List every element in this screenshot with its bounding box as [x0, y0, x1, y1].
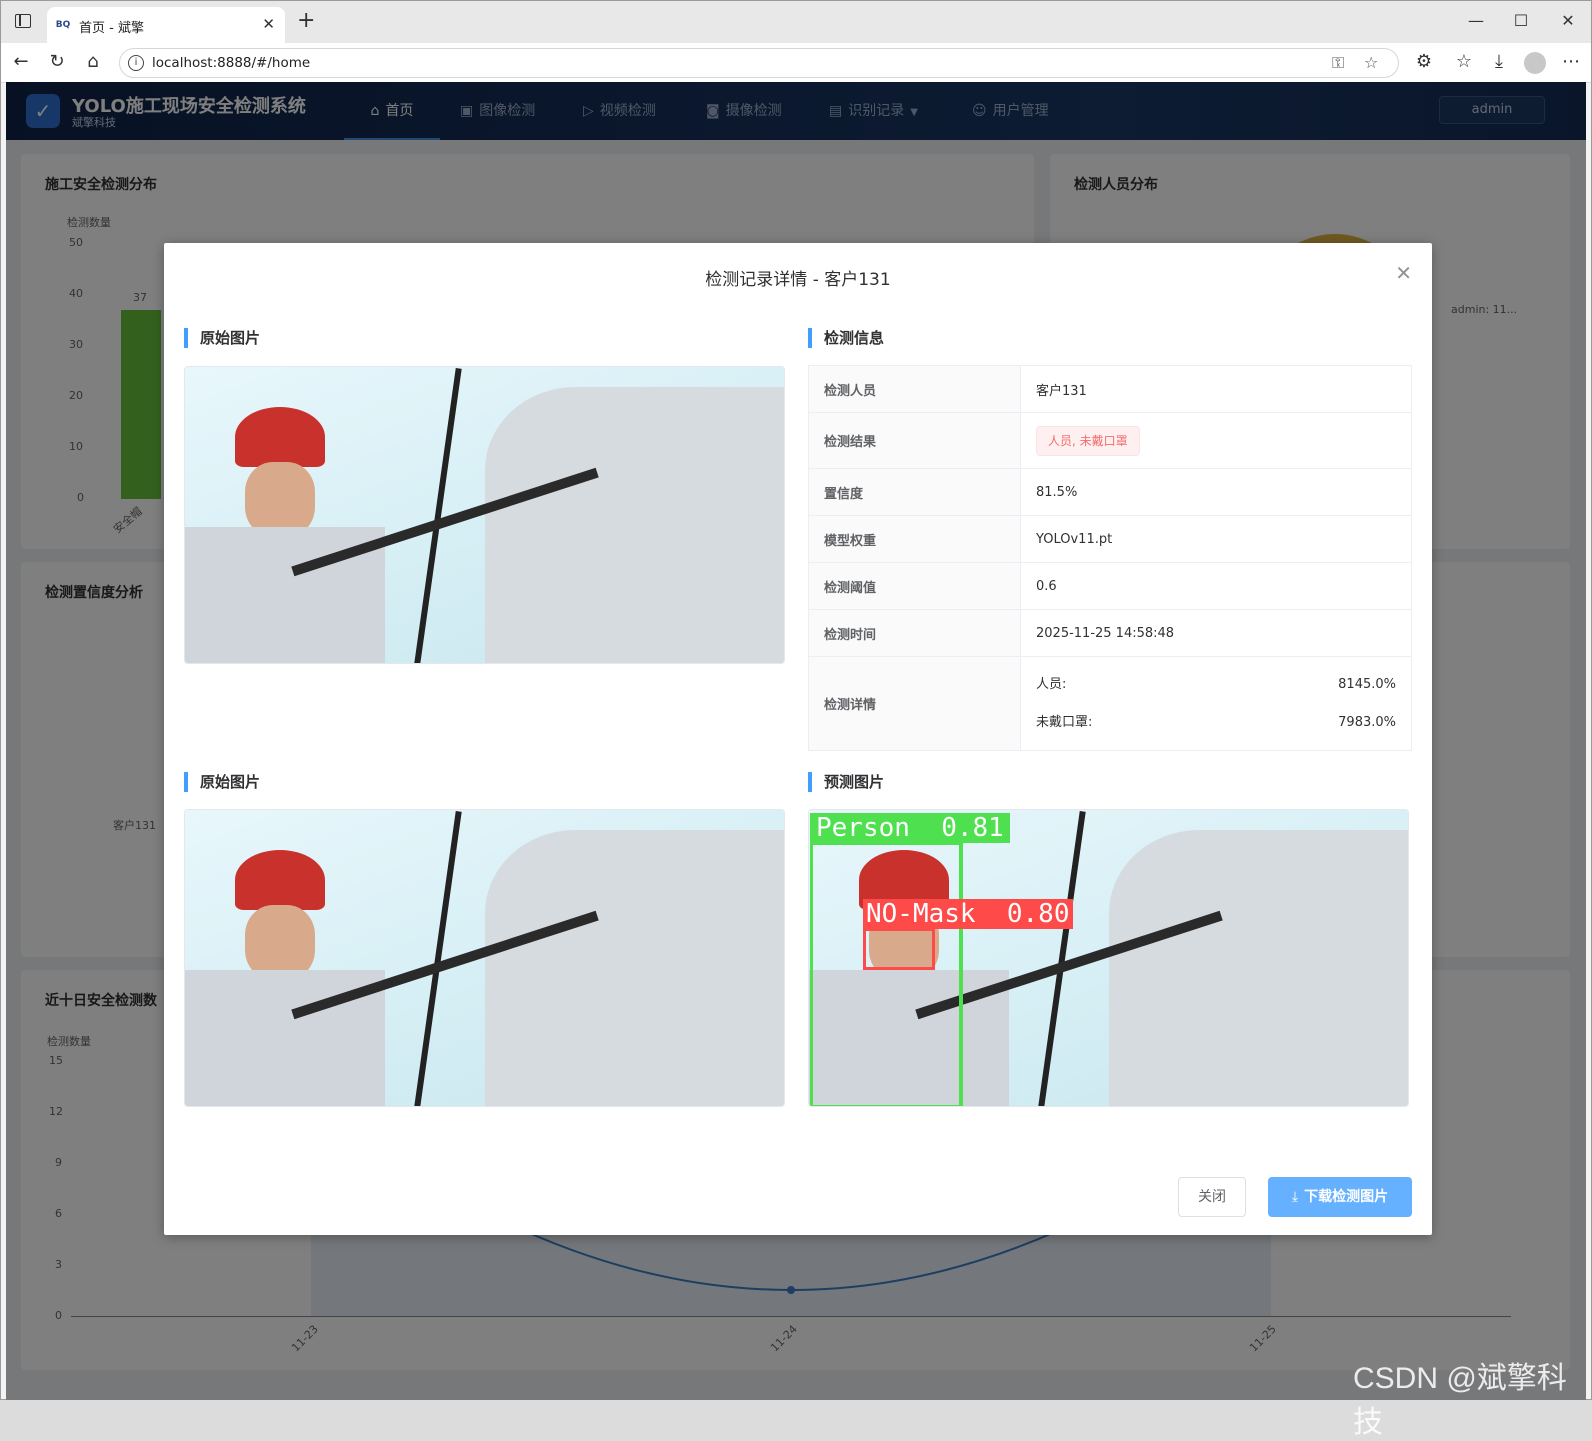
- download-icon[interactable]: ⤓: [1488, 51, 1510, 72]
- extensions-icon[interactable]: ⚙: [1413, 51, 1435, 72]
- table-row: 检测时间 2025-11-25 14:58:48: [808, 609, 1412, 657]
- predicted-image: Person 0.81 NO-Mask 0.80: [808, 809, 1409, 1107]
- dialog-close-icon[interactable]: ✕: [1395, 261, 1412, 285]
- info-key: 检测阈值: [808, 562, 1021, 610]
- new-tab-icon[interactable]: +: [297, 9, 315, 33]
- profile-avatar[interactable]: [1524, 52, 1546, 74]
- info-key: 检测结果: [808, 412, 1021, 469]
- nomask-bbox-label: NO-Mask 0.80: [863, 899, 1073, 929]
- title-bar: BQ 首页 - 斌擎 ✕ + — ☐ ✕: [1, 1, 1591, 43]
- detail-value: 7983.0%: [1338, 714, 1396, 730]
- table-row: 模型权重 YOLOv11.pt: [808, 515, 1412, 563]
- section-title-original-top: 原始图片: [184, 328, 260, 348]
- browser-tab[interactable]: BQ 首页 - 斌擎 ✕: [47, 7, 285, 43]
- home-browser-icon[interactable]: ⌂: [82, 51, 104, 72]
- worker-photo: [185, 367, 784, 663]
- favorites-icon[interactable]: ☆: [1453, 51, 1475, 72]
- url-text: localhost:8888/#/home: [152, 55, 311, 71]
- detection-info-table: 检测人员 客户131 检测结果 人员, 未戴口罩 置信度 81.5% 模型权重 …: [808, 365, 1412, 751]
- result-tag: 人员, 未戴口罩: [1036, 425, 1140, 456]
- info-model: YOLOv11.pt: [1020, 515, 1412, 563]
- favicon-icon: BQ: [55, 20, 71, 30]
- detail-dialog: 检测记录详情 - 客户131 ✕ 原始图片 检测信息 检测人员 客户131 检测…: [164, 243, 1432, 1235]
- section-title-info: 检测信息: [808, 328, 884, 348]
- section-title-original-bottom: 原始图片: [184, 772, 260, 792]
- nomask-bbox: [863, 928, 935, 970]
- back-icon[interactable]: ←: [10, 51, 32, 72]
- info-key: 模型权重: [808, 515, 1021, 563]
- section-title-predicted: 预测图片: [808, 772, 884, 792]
- minimize-icon[interactable]: —: [1466, 11, 1486, 30]
- table-row: 检测人员 客户131: [808, 365, 1412, 413]
- info-threshold: 0.6: [1020, 562, 1412, 610]
- detail-value: 8145.0%: [1338, 676, 1396, 692]
- dialog-title: 检测记录详情 - 客户131: [705, 270, 891, 290]
- table-row: 置信度 81.5%: [808, 468, 1412, 516]
- close-tab-icon[interactable]: ✕: [262, 15, 275, 33]
- worker-photo: [185, 810, 784, 1106]
- table-row: 检测详情 人员: 8145.0% 未戴口罩: 7983.0%: [808, 656, 1412, 751]
- table-row: 检测阈值 0.6: [808, 562, 1412, 610]
- more-icon[interactable]: ⋯: [1560, 51, 1582, 72]
- close-button[interactable]: 关闭: [1178, 1177, 1246, 1217]
- window-close-icon[interactable]: ✕: [1558, 11, 1578, 30]
- person-bbox: [810, 842, 963, 1106]
- detail-name: 未戴口罩:: [1036, 714, 1093, 730]
- detail-row: 人员: 8145.0%: [1036, 666, 1396, 704]
- sidebar-toggle-icon[interactable]: [15, 14, 31, 28]
- info-key: 检测人员: [808, 365, 1021, 413]
- key-icon[interactable]: ⚿: [1332, 53, 1344, 73]
- original-image-top: [184, 366, 785, 664]
- favorite-star-icon[interactable]: ☆: [1364, 53, 1378, 72]
- detail-row: 未戴口罩: 7983.0%: [1036, 704, 1396, 742]
- browser-window: BQ 首页 - 斌擎 ✕ + — ☐ ✕ ← ↻ ⌂ i localhost:8…: [0, 0, 1592, 1439]
- download-icon: ⤓: [1291, 1189, 1299, 1205]
- table-row: 检测结果 人员, 未戴口罩: [808, 412, 1412, 469]
- detail-name: 人员:: [1036, 676, 1067, 692]
- info-time: 2025-11-25 14:58:48: [1020, 609, 1412, 657]
- url-field[interactable]: i localhost:8888/#/home ⚿ ☆: [119, 48, 1399, 78]
- site-info-icon[interactable]: i: [128, 55, 144, 71]
- address-bar: ← ↻ ⌂ i localhost:8888/#/home ⚿ ☆ ⚙ ☆ ⤓ …: [1, 43, 1591, 83]
- download-image-button[interactable]: ⤓ 下载检测图片: [1268, 1177, 1412, 1217]
- maximize-icon[interactable]: ☐: [1511, 11, 1531, 30]
- info-person: 客户131: [1020, 365, 1412, 413]
- watermark-text: CSDN @斌擎科技: [1353, 1362, 1567, 1439]
- info-key: 置信度: [808, 468, 1021, 516]
- info-key: 检测时间: [808, 609, 1021, 657]
- info-key: 检测详情: [808, 656, 1021, 751]
- person-bbox-label: Person 0.81: [810, 813, 1010, 843]
- reload-icon[interactable]: ↻: [46, 51, 68, 72]
- original-image-bottom: [184, 809, 785, 1107]
- tab-title: 首页 - 斌擎: [79, 21, 144, 36]
- info-confidence: 81.5%: [1020, 468, 1412, 516]
